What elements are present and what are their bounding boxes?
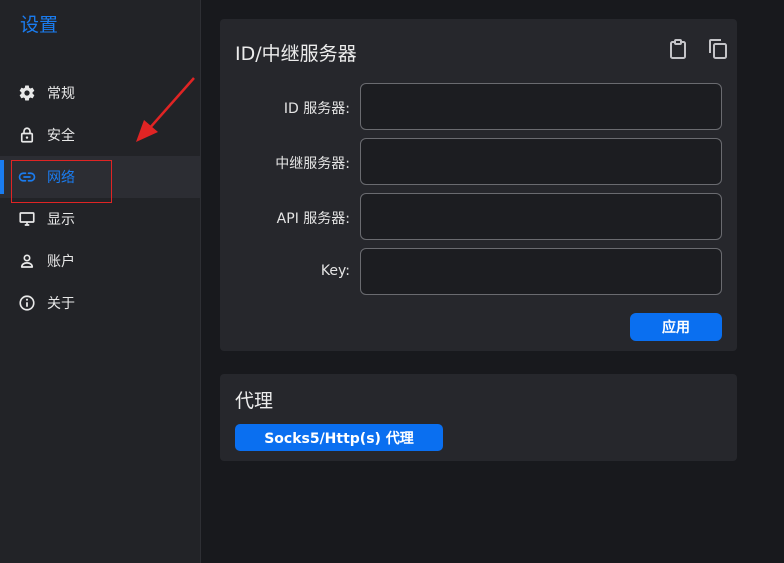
api-server-label: API 服务器: <box>276 211 350 227</box>
gear-icon <box>18 84 36 102</box>
relay-server-row: 中继服务器: <box>220 138 737 185</box>
proxy-card-title: 代理 <box>235 390 274 412</box>
socks5-proxy-button[interactable]: Socks5/Http(s) 代理 <box>235 424 443 451</box>
page-title: 设置 <box>20 14 59 36</box>
apply-button[interactable]: 应用 <box>630 313 722 341</box>
key-label: Key: <box>320 263 350 279</box>
api-server-row: API 服务器: <box>220 193 737 240</box>
relay-server-input[interactable] <box>360 138 722 185</box>
annotation-arrow-icon <box>136 77 195 142</box>
sidebar-item-label: 安全 <box>47 128 75 144</box>
api-server-input[interactable] <box>360 193 722 240</box>
key-row: Key: <box>220 248 737 295</box>
paste-icon[interactable] <box>666 37 690 61</box>
sidebar-item-label: 关于 <box>47 296 75 312</box>
sidebar-divider <box>200 0 201 563</box>
sidebar-item-label: 账户 <box>47 254 75 270</box>
key-input[interactable] <box>360 248 722 295</box>
server-settings-card: ID/中继服务器 ID 服务器: 中继服务器: API 服务器: Key: 应用 <box>220 19 737 351</box>
sidebar-item-about[interactable]: 关于 <box>0 282 200 324</box>
annotation-highlight-box <box>11 160 112 203</box>
id-server-label: ID 服务器: <box>283 101 350 117</box>
person-icon <box>18 252 36 270</box>
sidebar-item-display[interactable]: 显示 <box>0 198 200 240</box>
sidebar-item-account[interactable]: 账户 <box>0 240 200 282</box>
proxy-card: 代理 Socks5/Http(s) 代理 <box>220 374 737 461</box>
sidebar-item-label: 显示 <box>47 212 75 228</box>
id-server-row: ID 服务器: <box>220 83 737 130</box>
monitor-icon <box>18 210 36 228</box>
lock-icon <box>18 126 36 144</box>
sidebar-item-label: 常规 <box>47 86 75 102</box>
copy-icon[interactable] <box>706 37 730 61</box>
server-card-title: ID/中继服务器 <box>235 43 357 65</box>
id-server-input[interactable] <box>360 83 722 130</box>
info-icon <box>18 294 36 312</box>
relay-server-label: 中继服务器: <box>275 156 350 172</box>
